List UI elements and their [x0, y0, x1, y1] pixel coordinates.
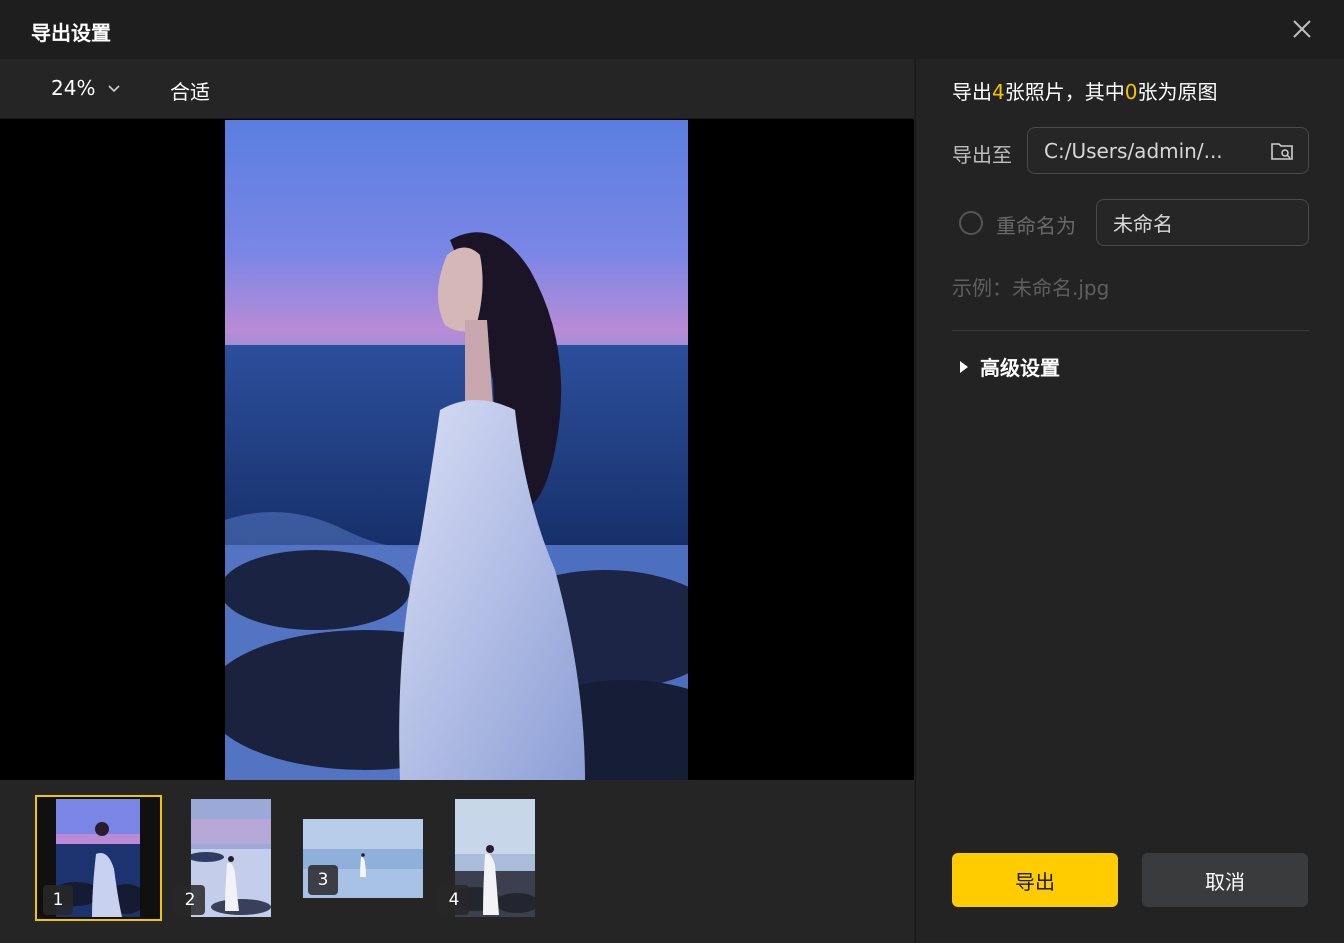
settings-pane: 导出4张照片，其中0张为原图 导出至 C:/Users/admin/... 重命… [915, 59, 1344, 943]
advanced-settings-label: 高级设置 [980, 356, 1060, 380]
thumbnail-number: 4 [439, 885, 469, 915]
rename-input[interactable]: 未命名 [1096, 199, 1309, 246]
cancel-button[interactable]: 取消 [1142, 853, 1308, 907]
dialog-title: 导出设置 [31, 21, 111, 45]
export-path-value: C:/Users/admin/... [1044, 138, 1223, 163]
caret-right-icon [960, 360, 968, 373]
zoom-dropdown[interactable]: 24% [51, 76, 121, 100]
rename-radio[interactable] [959, 211, 983, 235]
preview-pane: 24% 合适 1 2 3 4 [0, 59, 914, 943]
folder-search-icon[interactable] [1270, 140, 1294, 162]
photo-count: 4 [992, 80, 1005, 104]
thumbnail-4[interactable]: 4 [439, 799, 535, 917]
thumbnail-3[interactable]: 3 [303, 819, 423, 898]
summary-middle: 张照片，其中 [1004, 80, 1125, 104]
thumbnail-number: 3 [308, 865, 338, 895]
preview-photo [225, 120, 688, 780]
zoom-value: 24% [51, 76, 96, 100]
title-bar: 导出设置 [0, 0, 1344, 59]
export-button[interactable]: 导出 [952, 853, 1118, 907]
summary-prefix: 导出 [952, 80, 992, 104]
thumbnail-number: 2 [175, 885, 205, 915]
thumbnail-strip: 1 2 3 4 [0, 780, 914, 943]
thumbnail-number: 1 [43, 885, 73, 915]
fit-button[interactable]: 合适 [170, 76, 210, 105]
close-icon[interactable] [1290, 17, 1314, 41]
rename-label: 重命名为 [996, 214, 1076, 238]
summary-suffix: 张为原图 [1137, 80, 1218, 104]
thumbnail-2[interactable]: 2 [175, 799, 271, 917]
export-to-label: 导出至 [952, 143, 1012, 167]
preview-toolbar: 24% 合适 [0, 59, 914, 119]
divider [952, 330, 1309, 331]
chevron-down-icon [108, 85, 121, 93]
example-filename: 示例：未命名.jpg [952, 276, 1110, 300]
rename-value: 未命名 [1113, 212, 1173, 236]
original-count: 0 [1124, 80, 1138, 104]
advanced-settings-toggle[interactable]: 高级设置 [960, 352, 1060, 381]
export-summary: 导出4张照片，其中0张为原图 [952, 76, 1217, 105]
preview-canvas [0, 119, 914, 780]
thumbnail-1[interactable]: 1 [35, 795, 162, 921]
export-path-field[interactable]: C:/Users/admin/... [1027, 127, 1309, 174]
